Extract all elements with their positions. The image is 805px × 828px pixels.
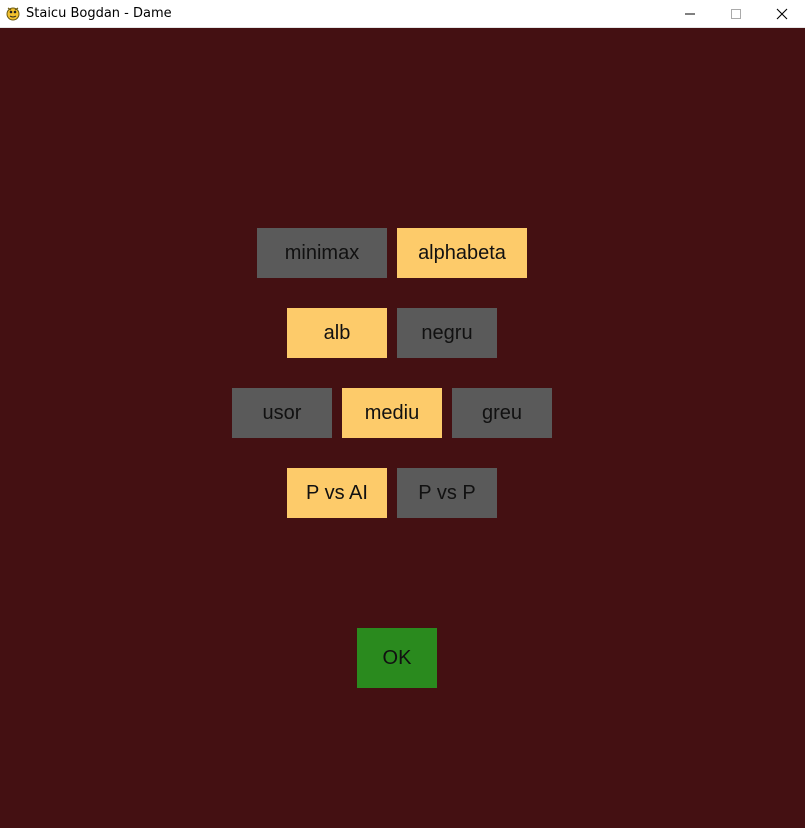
difficulty-option-mediu[interactable]: mediu [342, 388, 442, 438]
close-icon [776, 8, 788, 20]
maximize-icon [731, 9, 741, 19]
mode-option-p-vs-p[interactable]: P vs P [397, 468, 497, 518]
color-option-alb[interactable]: alb [287, 308, 387, 358]
close-button[interactable] [759, 0, 805, 28]
window-title: Staicu Bogdan - Dame [26, 6, 172, 21]
minimize-icon [685, 13, 695, 15]
ok-button[interactable]: OK [357, 628, 437, 688]
minimize-button[interactable] [667, 0, 713, 28]
algorithm-option-minimax[interactable]: minimax [257, 228, 387, 278]
algorithm-option-alphabeta[interactable]: alphabeta [397, 228, 527, 278]
pygame-icon [5, 5, 21, 21]
difficulty-option-usor[interactable]: usor [232, 388, 332, 438]
color-option-negru[interactable]: negru [397, 308, 497, 358]
difficulty-option-greu[interactable]: greu [452, 388, 552, 438]
mode-option-p-vs-ai[interactable]: P vs AI [287, 468, 387, 518]
maximize-button[interactable] [713, 0, 759, 28]
game-menu: minimax alphabeta alb negru usor mediu g… [0, 28, 805, 828]
title-bar[interactable]: Staicu Bogdan - Dame [0, 0, 805, 28]
